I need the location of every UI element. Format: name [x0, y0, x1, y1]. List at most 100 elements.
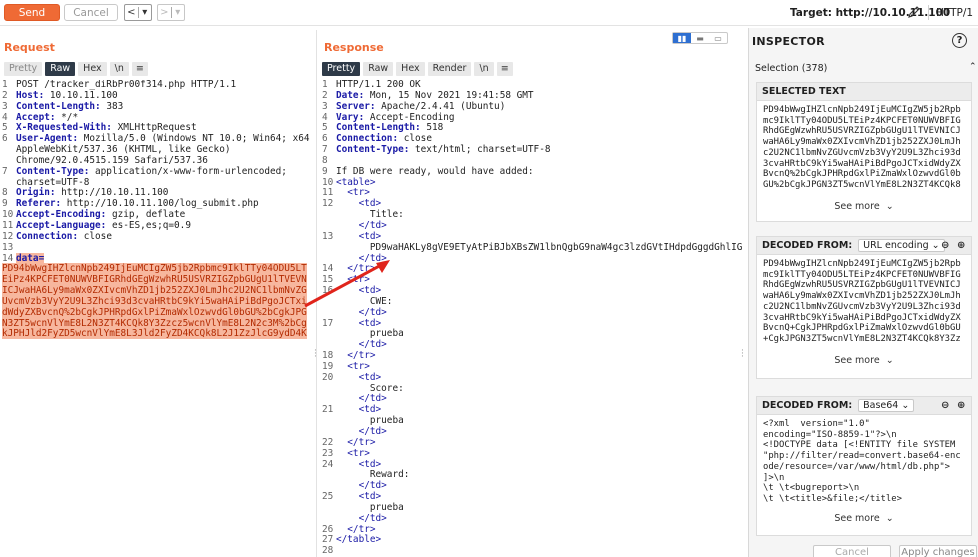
tab-response-1[interactable]: Raw [363, 62, 394, 76]
response-text: Score: [336, 382, 404, 394]
chevron-down-icon[interactable]: ▾ [171, 7, 184, 18]
selected-body-text[interactable]: kJPHJld2FyZD5wcnVlYmE8L3Jld2FyZD4KCQk8L2… [2, 328, 307, 340]
response-text: If DB were ready, would have added: [336, 165, 534, 177]
response-editor[interactable]: 1 HTTP/1.1 200 OK 2 Date: Mon, 15 Nov 2021 … [322, 80, 742, 557]
header-name: Connection: [16, 230, 79, 242]
remove-icon[interactable]: ⊖ [941, 240, 949, 251]
tab-request-4[interactable]: ≡ [131, 62, 148, 76]
line-number: 23 [322, 447, 334, 459]
inspector-text-line: 3cvaHRtbC9kYi5waHAiPiBdPgoJCTxidWdyZX [763, 312, 961, 323]
response-text: <td> [336, 230, 382, 242]
selected-text-content[interactable]: PD94bWwgIHZlcnNpb249IjEuMCIgZW5jb2Rpb mc9… [757, 101, 971, 201]
tab-request-1[interactable]: Raw [45, 62, 76, 76]
tab-response-2[interactable]: Hex [396, 62, 425, 76]
response-text: </td> [336, 512, 387, 524]
inspector-text-line: waHA6Ly9maWx0ZXIvcmVhZD1jb252ZXJ0LmJh [763, 291, 961, 302]
tab-response-4[interactable]: \n [474, 62, 494, 76]
inspector-text-line: mc9IklTTy04ODU5LTEiPz4KPCFET0NUWVBFIG [763, 269, 961, 280]
help-icon[interactable]: ? [952, 33, 967, 48]
pencil-icon[interactable] [907, 5, 921, 19]
collapse-icon[interactable]: ⌃ [969, 62, 977, 72]
response-line: </td> [322, 426, 742, 438]
selected-body-text[interactable]: UvcmVzb3VyY2U9L3Zhci93d3cvaHRtbC9kYi5waH… [2, 295, 307, 307]
header-value: charset=UTF-8 [16, 176, 90, 188]
tab-request-3[interactable]: \n [109, 62, 129, 76]
line-number: 9 [322, 165, 328, 177]
header-name: Origin: [16, 187, 56, 199]
protocol-selector[interactable]: HTTP/1 [936, 7, 973, 19]
header-value: http://10.10.11.100 [55, 187, 169, 199]
inspector-cancel-button[interactable]: Cancel [813, 545, 891, 557]
tab-response-5[interactable]: ≡ [496, 62, 513, 76]
decoded-b64-content[interactable]: <?xml version="1.0" encoding="ISO-8859-1"… [757, 415, 971, 513]
encoding-dropdown[interactable]: URL encoding ⌄ [858, 239, 945, 252]
layout-toggle[interactable]: ▮▮ ▬ ▭ [672, 32, 728, 44]
remove-icon[interactable]: ⊖ [941, 400, 949, 411]
add-icon[interactable]: ⊕ [957, 400, 965, 411]
header-name: Server: [336, 100, 376, 112]
inspector-text-line: GU%2bCgkJPGN3ZT5wcnVlYmE8L2N3ZT4KCQk8 [763, 179, 961, 190]
history-forward-group[interactable]: > ▾ [157, 4, 185, 21]
tab-request-2[interactable]: Hex [78, 62, 107, 76]
chevron-down-icon[interactable]: ▾ [138, 7, 151, 18]
tab-request-0[interactable]: Pretty [4, 62, 43, 76]
line-number: 6 [2, 133, 8, 145]
response-text: </td> [336, 393, 387, 405]
selected-body-text[interactable]: dWdyZXBvcnQ%2bCgkJPHRpdGxlPiZmaWxlOzwvdG… [2, 306, 307, 318]
splitter-handle[interactable]: · · · [314, 347, 317, 362]
target-label: Target: http://10.10.11.100 [790, 7, 951, 19]
split-vertical-icon[interactable]: ▬ [691, 33, 709, 43]
history-back-group[interactable]: < ▾ [124, 4, 152, 21]
header-value: gzip, deflate [106, 209, 186, 221]
inspector-text-line: ]>\n [763, 472, 785, 483]
chevron-left-icon[interactable]: < [125, 7, 138, 18]
splitter-handle[interactable]: · · · [741, 347, 744, 362]
response-text: Apache/2.4.41 (Ubuntu) [375, 100, 506, 112]
inspector-text-line: +CgkJPGN3ZT5wcnVlYmE8L2N3ZT4KCQk8Y3Zz [763, 333, 961, 344]
see-more-b64[interactable]: See more ⌄ [757, 513, 971, 524]
response-line: 28 [322, 545, 742, 557]
response-line: 23 <tr> [322, 447, 742, 460]
apply-changes-button[interactable]: Apply changes [899, 545, 977, 557]
response-line: 27 </table> [322, 535, 742, 546]
tab-response-0[interactable]: Pretty [322, 62, 361, 76]
selected-body-text[interactable]: PD94bWwgIHZlcnNpb249IjEuMCIgZW5jb2Rpbmc9… [2, 263, 307, 275]
tabs-layout-icon[interactable]: ▭ [709, 33, 727, 43]
request-line: 12 Connection: close [2, 230, 310, 243]
cancel-button[interactable]: Cancel [64, 4, 118, 21]
header-name: User-Agent: [16, 133, 79, 145]
header-name: Connection: [336, 133, 399, 145]
header-value: 383 [100, 100, 124, 112]
add-icon[interactable]: ⊕ [957, 240, 965, 251]
response-text: <td> [336, 317, 382, 329]
see-more-selected[interactable]: See more ⌄ [757, 201, 971, 212]
tab-response-3[interactable]: Render [427, 62, 472, 76]
header-name: X-Requested-With: [16, 122, 112, 134]
response-text: HTTP/1.1 200 OK [336, 80, 421, 90]
response-text: prueba [336, 415, 404, 427]
inspector-text-line: c2U2NC1lbmNvZGUvcmVzb3VyY2U9L3Zhci93d [763, 301, 961, 312]
decoded-url-content[interactable]: PD94bWwgIHZlcnNpb249IjEuMCIgZW5jb2Rpb mc9… [757, 255, 971, 355]
see-more-url[interactable]: See more ⌄ [757, 355, 971, 366]
inspector-text-line: ode/resource=/var/www/html/db.php"> [763, 461, 951, 472]
line-number: 25 [322, 491, 334, 503]
header-name: Vary: [336, 111, 365, 123]
send-button[interactable]: Send [4, 4, 60, 21]
response-view-tabs: Pretty Raw Hex Render \n ≡ [322, 62, 513, 76]
response-text: <tr> [336, 187, 370, 199]
request-body-line: kJPHJld2FyZD5wcnVlYmE8L3Jld2FyZD4KCQk8L2… [2, 328, 310, 340]
decoded-b64-header: DECODED FROM: Base64 ⌄ ⊖ ⊕ [757, 397, 971, 415]
chevron-right-icon[interactable]: > [158, 7, 171, 18]
response-text: </tr> [336, 523, 376, 535]
selected-body-text[interactable]: N3ZT5wcnVlYmE8L2N3ZT4KCQk8Y3Zzcz5wcnVlYm… [2, 317, 307, 329]
selected-text-card: SELECTED TEXT PD94bWwgIHZlcnNpb249IjEuMC… [756, 82, 972, 222]
selected-body-text[interactable]: EiPz4KPCFET0NUWVBFIGRhdGEgWzwhRU5USVRZIG… [2, 274, 307, 286]
response-text: </td> [336, 252, 387, 264]
request-editor[interactable]: 1 POST /tracker_diRbPr00f314.php HTTP/1.1… [2, 80, 310, 350]
response-line: 18 </tr> [322, 350, 742, 362]
response-text: </td> [336, 480, 387, 492]
selected-body-text[interactable]: ICJwaHA6Ly9maWx0ZXIvcmVhZD1jb252ZXJ0LmJh… [2, 285, 307, 297]
line-number: 13 [322, 230, 334, 242]
encoding-dropdown[interactable]: Base64 ⌄ [858, 399, 915, 412]
split-horizontal-icon[interactable]: ▮▮ [673, 33, 691, 43]
